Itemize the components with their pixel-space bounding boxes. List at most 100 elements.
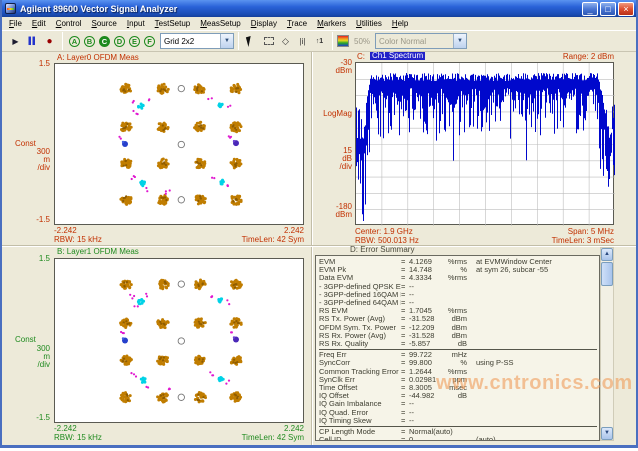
error-summary-table: EVM=4.1269%rmsat EVMWindow CenterEVM Pk =… [315,255,600,441]
trace-button-b[interactable]: B [82,34,97,49]
panel-c-rbw: RBW: 500.013 Hz [355,237,419,245]
trace-button-c[interactable]: C [97,34,112,49]
menu-item-source[interactable]: Source [87,18,122,29]
screenshot-root: Agilent 89600 Vector Signal Analyzer _ □… [0,0,638,451]
error-summary-row: Freq Err=99.722mHz [319,351,597,359]
metric-unit: %rms [441,274,467,282]
menu-bar: FileEditControlSourceInputTestSetupMeasS… [2,17,636,30]
menu-item-input[interactable]: Input [122,18,150,29]
metric-label: EVM [319,258,401,266]
panel-b-plot[interactable] [54,258,304,423]
maximize-button[interactable]: □ [600,2,616,16]
menu-item-utilities[interactable]: Utilities [351,18,387,29]
menu-item-file[interactable]: File [4,18,27,29]
scroll-down-icon[interactable]: ▼ [601,427,613,440]
offset-marker-tool-button[interactable]: ↑1 [311,33,328,50]
menu-item-control[interactable]: Control [51,18,87,29]
record-button[interactable]: ● [41,33,58,50]
metric-unit: dB [441,340,467,348]
error-summary-row: Data EVM=4.3334%rms [319,274,597,282]
panel-a-x-right: 2.242 [242,227,304,235]
color-mode-select[interactable]: Color Normal ▼ [375,33,467,49]
band-marker-tool-button[interactable]: |i| [294,33,311,50]
grid-layout-value: Grid 2x2 [164,37,194,46]
play-icon: ▶ [12,37,18,46]
panel-c-plot[interactable] [355,62,614,225]
panel-b-y-bottom: -1.5 [22,414,50,422]
equals-sign: = [401,436,409,441]
error-summary-row: IQ Quad. Error=-- [319,409,597,417]
menu-item-edit[interactable]: Edit [27,18,51,29]
metric-unit [441,436,467,441]
panel-c-y-label: LogMag [314,110,352,118]
panel-b-x-left: -2.242 [54,425,77,433]
title-bar[interactable]: Agilent 89600 Vector Signal Analyzer _ □… [2,0,636,17]
metric-label: IQ Gain Imbalance [319,400,401,408]
metric-label: RS Rx. Power (Avg) [319,332,401,340]
metric-unit [441,291,467,299]
trace-button-f[interactable]: F [142,34,157,49]
panel-b-timelen: TimeLen: 42 Sym [224,434,304,442]
chevron-down-icon[interactable]: ▼ [220,34,233,48]
panel-a-x-left: -2.242 [54,227,77,235]
offset-marker-icon: ↑1 [316,38,323,45]
pointer-tool-button[interactable] [243,33,260,50]
error-summary-row: IQ Timing Skew=-- [319,417,597,425]
close-button[interactable]: × [618,2,634,16]
panel-c-center: Center: 1.9 GHz [355,228,413,236]
menu-item-testsetup[interactable]: TestSetup [150,18,196,29]
error-summary-row: EVM=4.1269%rmsat EVMWindow Center [319,258,597,266]
panel-b-y-top: 1.5 [22,255,50,263]
trace-button-e[interactable]: E [127,34,142,49]
metric-label: Data EVM [319,274,401,282]
panel-c-title[interactable]: Ch1 Spectrum [370,52,425,60]
trace-button-d[interactable]: D [112,34,127,49]
minimize-button[interactable]: _ [582,2,598,16]
metric-label: SynClk Err [319,376,401,384]
chevron-down-icon[interactable]: ▼ [453,34,466,48]
scrollbar-thumb[interactable] [601,262,613,286]
menu-item-help[interactable]: Help [387,18,413,29]
panel-c-y-top-unit: dBm [322,67,352,75]
color-mode-value: Color Normal [379,37,426,46]
panel-c-scale-div: /div [322,163,352,171]
menu-item-markers[interactable]: Markers [312,18,351,29]
panel-d-scrollbar[interactable]: ▲ ▼ [600,247,614,441]
error-summary-section: EVM=4.1269%rmsat EVMWindow CenterEVM Pk=… [319,258,597,348]
metric-label: EVM Pk [319,266,401,274]
panel-a-plot[interactable] [54,63,304,225]
metric-value: -- [409,417,441,425]
pause-button[interactable]: ▌▌ [24,33,41,50]
error-summary-row: IQ Gain Imbalance=-- [319,400,597,408]
scrollbar-track[interactable] [601,286,613,427]
metric-unit [441,400,467,408]
metric-label: - 3GPP-defined 16QAM EVM [319,291,401,299]
scroll-up-icon[interactable]: ▲ [601,248,613,261]
metric-label: CP Length Mode [319,428,401,436]
panel-c-timelen: TimeLen: 3 mSec [502,237,614,245]
menu-item-trace[interactable]: Trace [282,18,312,29]
grid-layout-select[interactable]: Grid 2x2 ▼ [160,33,234,49]
menu-item-meassetup[interactable]: MeasSetup [195,18,245,29]
trace-letter-icon: D [114,36,125,47]
color-scale-icon [337,35,349,47]
panel-a-y-label: Const [15,140,36,148]
marker-tool-button[interactable]: ◇ [277,33,294,50]
trace-button-a[interactable]: A [67,34,82,49]
trace-button-group: ABCDEF [67,34,157,49]
metric-label: - 3GPP-defined QPSK EVM [319,283,401,291]
trace-letter-icon: A [69,36,80,47]
panel-b-rbw: RBW: 15 kHz [54,434,102,442]
zoom-box-tool-button[interactable] [260,33,277,50]
record-icon: ● [46,36,52,47]
panel-c-y-bottom-unit: dBm [322,211,352,219]
constellation-a [55,64,305,226]
metric-extra: (auto) [476,436,496,441]
menu-item-display[interactable]: Display [246,18,282,29]
error-summary-row: CP Length Mode=Normal(auto) [319,428,597,436]
toolbar-separator [332,32,333,50]
constellation-b [55,259,305,424]
play-button[interactable]: ▶ [7,33,24,50]
panel-a-title: A: Layer0 OFDM Meas [57,54,139,62]
metric-value: 0 [409,436,441,441]
